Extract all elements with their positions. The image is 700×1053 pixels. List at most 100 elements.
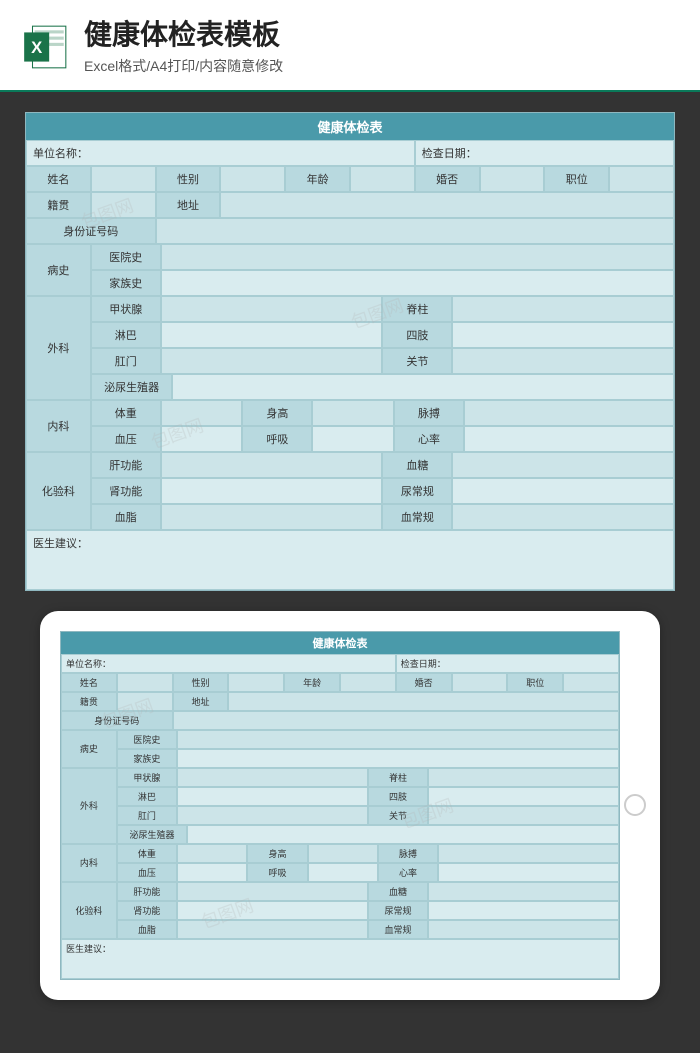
kidney-label: 肾功能 bbox=[91, 478, 161, 504]
bp-label: 血压 bbox=[91, 426, 161, 452]
marital-label: 婚否 bbox=[415, 166, 480, 192]
liver-label: 肝功能 bbox=[91, 452, 161, 478]
lymph-value bbox=[161, 322, 383, 348]
thyroid-value bbox=[161, 296, 383, 322]
name-label: 姓名 bbox=[26, 166, 91, 192]
address-value bbox=[220, 192, 674, 218]
pulse-value bbox=[438, 844, 619, 863]
lipid-label: 血脂 bbox=[117, 920, 177, 939]
svg-text:X: X bbox=[31, 38, 42, 57]
kidney-label: 肾功能 bbox=[117, 901, 177, 920]
thyroid-value bbox=[177, 768, 368, 787]
lipid-value bbox=[161, 504, 383, 530]
lymph-label: 淋巴 bbox=[91, 322, 161, 348]
marital-label: 婚否 bbox=[396, 673, 452, 692]
family-history-value bbox=[177, 749, 619, 768]
origin-label: 籍贯 bbox=[61, 692, 117, 711]
pulse-label: 脉搏 bbox=[394, 400, 464, 426]
page-header: X 健康体检表模板 Excel格式/A4打印/内容随意修改 bbox=[0, 0, 700, 92]
origin-value bbox=[117, 692, 173, 711]
urogenital-label: 泌尿生殖器 bbox=[91, 374, 173, 400]
header-subtitle: Excel格式/A4打印/内容随意修改 bbox=[84, 56, 680, 76]
surgery-label: 外科 bbox=[26, 296, 91, 400]
thyroid-label: 甲状腺 bbox=[91, 296, 161, 322]
spine-value bbox=[452, 296, 674, 322]
family-history-value bbox=[161, 270, 674, 296]
urine-label: 尿常规 bbox=[368, 901, 428, 920]
weight-value bbox=[177, 844, 247, 863]
address-label: 地址 bbox=[156, 192, 221, 218]
age-value bbox=[340, 673, 396, 692]
breath-value bbox=[308, 863, 378, 882]
urine-value bbox=[428, 901, 619, 920]
position-value bbox=[609, 166, 674, 192]
sugar-value bbox=[452, 452, 674, 478]
weight-value bbox=[161, 400, 243, 426]
header-text: 健康体检表模板 Excel格式/A4打印/内容随意修改 bbox=[84, 18, 680, 76]
gender-value bbox=[228, 673, 284, 692]
history-label: 病史 bbox=[61, 730, 117, 768]
kidney-value bbox=[177, 901, 368, 920]
date-label: 检查日期： bbox=[396, 654, 619, 673]
marital-value bbox=[480, 166, 545, 192]
id-value bbox=[173, 711, 619, 730]
name-value bbox=[117, 673, 173, 692]
urogenital-value bbox=[187, 825, 619, 844]
position-label: 职位 bbox=[544, 166, 609, 192]
pulse-value bbox=[464, 400, 674, 426]
spine-label: 脊柱 bbox=[382, 296, 452, 322]
blood-value bbox=[428, 920, 619, 939]
urogenital-value bbox=[172, 374, 674, 400]
gender-label: 性别 bbox=[173, 673, 229, 692]
blood-label: 血常规 bbox=[368, 920, 428, 939]
joints-label: 关节 bbox=[368, 806, 428, 825]
sheet-title: 健康体检表 bbox=[26, 113, 674, 140]
limbs-value bbox=[452, 322, 674, 348]
id-label: 身份证号码 bbox=[61, 711, 173, 730]
header-title: 健康体检表模板 bbox=[84, 18, 680, 52]
lymph-label: 淋巴 bbox=[117, 787, 177, 806]
suggestion-label: 医生建议： bbox=[61, 939, 619, 979]
anus-label: 肛门 bbox=[91, 348, 161, 374]
breath-label: 呼吸 bbox=[247, 863, 307, 882]
sheet-title: 健康体检表 bbox=[61, 632, 619, 654]
height-label: 身高 bbox=[247, 844, 307, 863]
name-value bbox=[91, 166, 156, 192]
spine-value bbox=[428, 768, 619, 787]
height-label: 身高 bbox=[242, 400, 312, 426]
name-label: 姓名 bbox=[61, 673, 117, 692]
org-label: 单位名称： bbox=[61, 654, 396, 673]
lymph-value bbox=[177, 787, 368, 806]
hr-label: 心率 bbox=[394, 426, 464, 452]
lab-label: 化验科 bbox=[61, 882, 117, 939]
sugar-value bbox=[428, 882, 619, 901]
hr-label: 心率 bbox=[378, 863, 438, 882]
liver-label: 肝功能 bbox=[117, 882, 177, 901]
lipid-value bbox=[177, 920, 368, 939]
origin-label: 籍贯 bbox=[26, 192, 91, 218]
blood-label: 血常规 bbox=[382, 504, 452, 530]
excel-icon: X bbox=[20, 22, 70, 72]
surgery-label: 外科 bbox=[61, 768, 117, 844]
position-label: 职位 bbox=[507, 673, 563, 692]
limbs-label: 四肢 bbox=[382, 322, 452, 348]
sugar-label: 血糖 bbox=[368, 882, 428, 901]
breath-label: 呼吸 bbox=[242, 426, 312, 452]
spreadsheet-preview-tablet: 健康体检表 单位名称： 检查日期： 姓名 性别 年龄 婚否 职位 籍贯 地址 bbox=[60, 631, 620, 980]
date-label: 检查日期： bbox=[415, 140, 674, 166]
limbs-label: 四肢 bbox=[368, 787, 428, 806]
bp-label: 血压 bbox=[117, 863, 177, 882]
spreadsheet-preview-large: 健康体检表 单位名称： 检查日期： 姓名 性别 年龄 婚否 职位 籍贯 地址 身… bbox=[25, 112, 675, 591]
joints-value bbox=[428, 806, 619, 825]
hospital-history-value bbox=[177, 730, 619, 749]
age-label: 年龄 bbox=[284, 673, 340, 692]
hospital-history-label: 医院史 bbox=[91, 244, 161, 270]
lab-label: 化验科 bbox=[26, 452, 91, 530]
spine-label: 脊柱 bbox=[368, 768, 428, 787]
hr-value bbox=[464, 426, 674, 452]
lipid-label: 血脂 bbox=[91, 504, 161, 530]
org-label: 单位名称： bbox=[26, 140, 415, 166]
suggestion-label: 医生建议： bbox=[26, 530, 674, 590]
position-value bbox=[563, 673, 619, 692]
kidney-value bbox=[161, 478, 383, 504]
